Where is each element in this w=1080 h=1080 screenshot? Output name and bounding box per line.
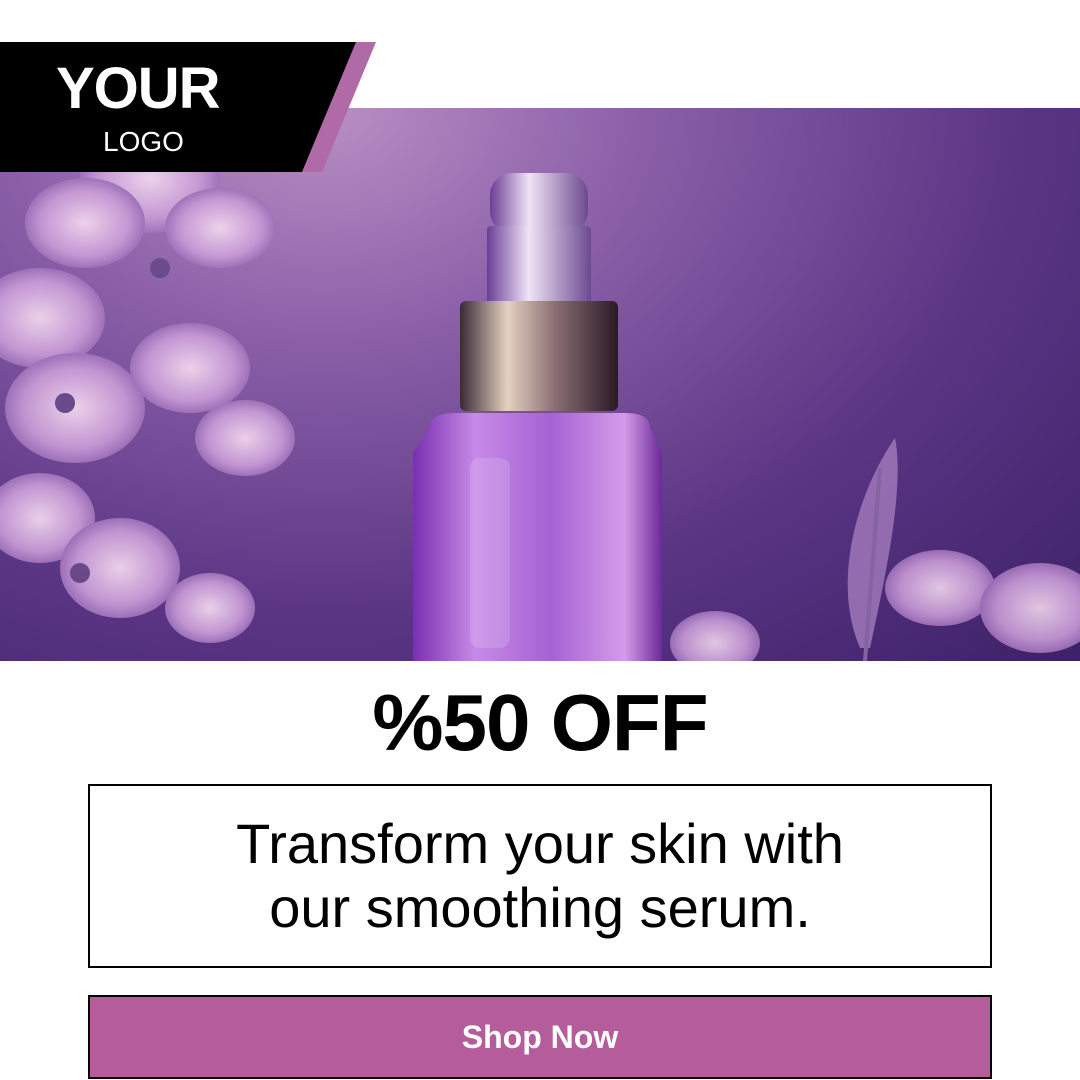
discount-headline: %50 OFF: [372, 678, 708, 767]
tagline-text: Transform your skin with our smoothing s…: [236, 811, 844, 939]
shop-now-label: Shop Now: [461, 1018, 619, 1055]
logo[interactable]: YOUR LOGO: [0, 42, 380, 172]
tagline-box: Transform your skin with our smoothing s…: [88, 784, 992, 968]
hero-image: [0, 108, 1080, 661]
logo-subtext: LOGO: [103, 126, 184, 157]
logo-text: YOUR: [56, 56, 221, 121]
shop-now-button[interactable]: Shop Now: [88, 995, 992, 1079]
